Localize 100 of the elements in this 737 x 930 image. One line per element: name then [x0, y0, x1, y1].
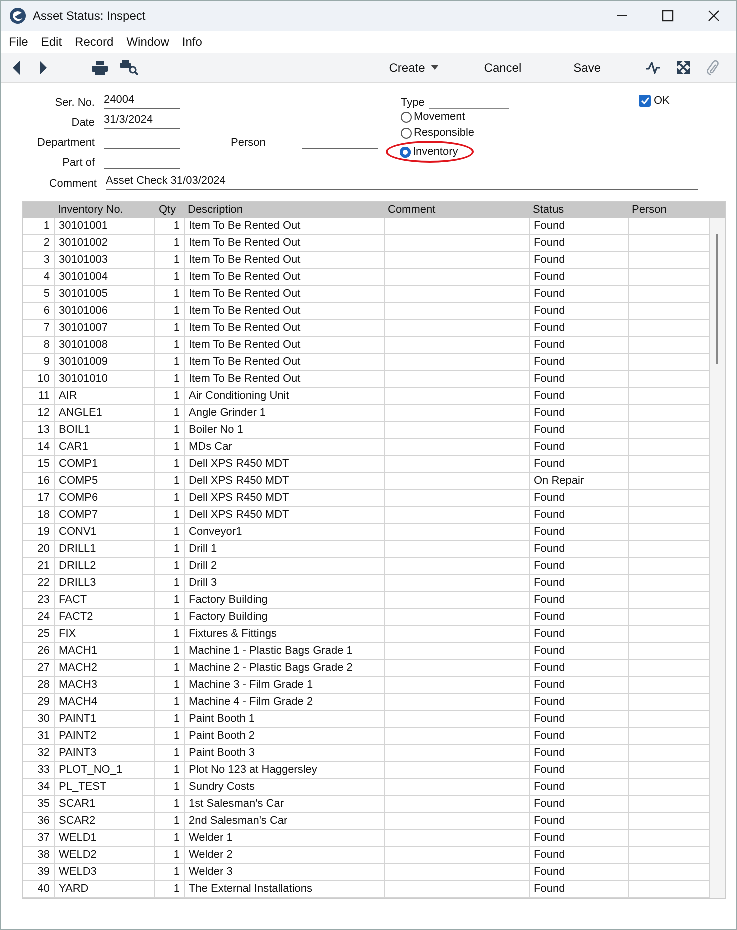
table-cell: Dell XPS R450 MDT — [185, 507, 385, 523]
input-field[interactable]: 31/3/2024 — [104, 114, 180, 129]
table-cell: 1 — [155, 762, 185, 778]
table-cell: Found — [530, 320, 629, 336]
create-dropdown-button[interactable]: Create — [389, 58, 440, 76]
table-cell: Item To Be Rented Out — [185, 269, 385, 285]
toolbar-button[interactable]: Cancel — [484, 58, 522, 76]
table-cell: Item To Be Rented Out — [185, 252, 385, 268]
table-cell: FIX — [55, 626, 155, 642]
table-cell: 1 — [155, 269, 185, 285]
table-cell: Drill 2 — [185, 558, 385, 574]
table-cell: Found — [530, 745, 629, 761]
row-number: 4 — [23, 269, 55, 285]
row-number: 34 — [23, 779, 55, 795]
maximize-icon[interactable] — [662, 10, 674, 22]
column-header[interactable]: Qty — [155, 204, 185, 216]
table-cell: PAINT2 — [55, 728, 155, 744]
option-label: Movement — [414, 111, 466, 123]
radio-button[interactable] — [401, 112, 412, 122]
expand-icon[interactable] — [677, 61, 690, 74]
table-cell: ANGLE1 — [55, 405, 155, 421]
table-cell: Found — [530, 269, 629, 285]
menu-item[interactable]: Edit — [41, 35, 62, 49]
pulse-line-icon[interactable] — [646, 62, 660, 74]
table-cell: Found — [530, 660, 629, 676]
checkbox[interactable] — [639, 95, 651, 107]
row-number: 1 — [23, 218, 55, 234]
table-cell: Item To Be Rented Out — [185, 354, 385, 370]
table-cell: Factory Building — [185, 609, 385, 625]
table-cell: 1 — [155, 711, 185, 727]
radio-button[interactable] — [401, 128, 412, 138]
printer-icon[interactable] — [92, 60, 108, 74]
table-cell: Item To Be Rented Out — [185, 235, 385, 251]
scrollbar[interactable] — [710, 218, 725, 898]
table-cell: 1 — [155, 643, 185, 659]
row-number: 38 — [23, 847, 55, 863]
input-field[interactable]: Asset Check 31/03/2024 — [106, 175, 698, 190]
row-number: 8 — [23, 337, 55, 353]
table-cell: 1 — [155, 354, 185, 370]
table-cell: 1 — [155, 320, 185, 336]
back-arrow-icon[interactable] — [13, 60, 21, 74]
table-cell: Found — [530, 507, 629, 523]
row-number: 32 — [23, 745, 55, 761]
table-cell: Found — [530, 881, 629, 897]
table-cell: 1 — [155, 524, 185, 540]
row-number: 40 — [23, 881, 55, 897]
menu-item[interactable]: File — [9, 35, 28, 49]
table-cell: 1 — [155, 592, 185, 608]
table-cell: 1 — [155, 303, 185, 319]
table-cell: Dell XPS R450 MDT — [185, 456, 385, 472]
column-header[interactable]: Description — [185, 204, 385, 216]
table-cell: Found — [530, 218, 629, 234]
column-header[interactable]: Person — [629, 204, 710, 216]
print-preview-icon[interactable] — [120, 60, 139, 75]
table-cell: 1 — [155, 371, 185, 387]
radio-button[interactable] — [400, 146, 411, 158]
table-cell: PAINT1 — [55, 711, 155, 727]
table-cell: MACH1 — [55, 643, 155, 659]
field-label: Department — [36, 137, 95, 149]
table-cell: BOIL1 — [55, 422, 155, 438]
table-cell: YARD — [55, 881, 155, 897]
menu-item[interactable]: Info — [182, 35, 202, 49]
table-cell: SCAR2 — [55, 813, 155, 829]
table-cell: 1 — [155, 286, 185, 302]
table-cell: CONV1 — [55, 524, 155, 540]
table-cell: Found — [530, 609, 629, 625]
field-label: Ser. No. — [54, 97, 95, 109]
table-cell: FACT2 — [55, 609, 155, 625]
table-cell: DRILL2 — [55, 558, 155, 574]
table-cell: Found — [530, 235, 629, 251]
column-header[interactable]: Inventory No. — [55, 204, 155, 216]
table-cell: 30101010 — [55, 371, 155, 387]
field-label: Type — [401, 97, 425, 109]
toolbar-button[interactable]: Save — [574, 58, 601, 76]
menu-item[interactable]: Window — [126, 35, 170, 49]
table-cell: PL_TEST — [55, 779, 155, 795]
menu-item[interactable]: Record — [75, 35, 114, 49]
table-cell: DRILL3 — [55, 575, 155, 591]
row-number: 30 — [23, 711, 55, 727]
column-header[interactable]: Status — [530, 204, 629, 216]
table-cell: 1 — [155, 405, 185, 421]
table-cell: 1 — [155, 830, 185, 846]
input-field[interactable]: 24004 — [104, 94, 180, 109]
app-logo-icon — [9, 7, 27, 25]
table-cell: WELD1 — [55, 830, 155, 846]
scrollbar-thumb[interactable] — [716, 234, 718, 364]
table-cell: 1 — [155, 456, 185, 472]
row-number: 21 — [23, 558, 55, 574]
table-cell: FACT — [55, 592, 155, 608]
column-header[interactable]: Comment — [385, 204, 530, 216]
table-cell: 30101007 — [55, 320, 155, 336]
table-cell: 30101005 — [55, 286, 155, 302]
row-number: 11 — [23, 388, 55, 404]
table-cell: PAINT3 — [55, 745, 155, 761]
close-icon[interactable] — [708, 10, 720, 22]
forward-arrow-icon[interactable] — [39, 60, 47, 74]
paperclip-icon[interactable] — [707, 60, 719, 76]
row-number: 5 — [23, 286, 55, 302]
table-cell: 1 — [155, 422, 185, 438]
table-cell: Found — [530, 558, 629, 574]
